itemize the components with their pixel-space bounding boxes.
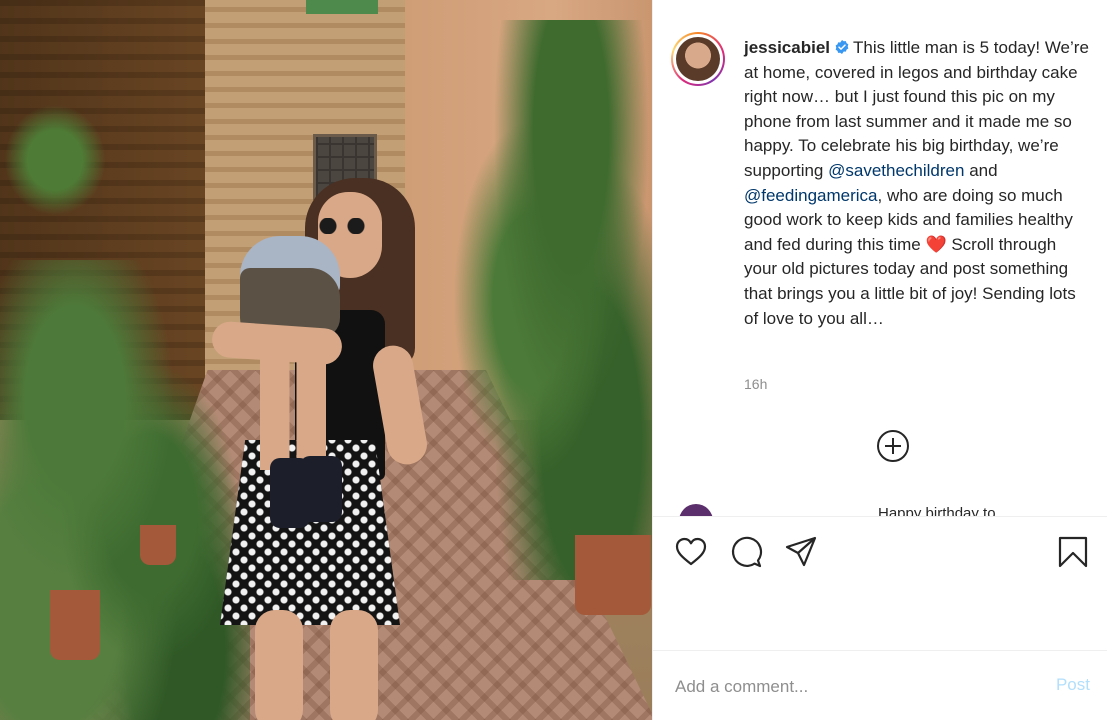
mention-feedingamerica[interactable]: @feedingamerica bbox=[744, 186, 878, 205]
sunglasses bbox=[315, 218, 371, 234]
plus-circle-icon[interactable] bbox=[876, 429, 910, 463]
terracotta-pot bbox=[575, 535, 651, 615]
woman-leg bbox=[255, 610, 303, 720]
action-bar bbox=[653, 516, 1107, 650]
red-heart-emoji: ❤️ bbox=[925, 234, 947, 254]
terracotta-pot bbox=[50, 590, 100, 660]
comment-input[interactable] bbox=[675, 673, 1015, 701]
hanging-plant bbox=[0, 100, 110, 220]
mention-savethechildren[interactable]: @savethechildren bbox=[828, 161, 964, 180]
post-photo[interactable] bbox=[0, 0, 652, 720]
post-timestamp[interactable]: 16h bbox=[744, 376, 767, 392]
avatar bbox=[676, 37, 720, 81]
post-button[interactable]: Post bbox=[1056, 675, 1090, 695]
woman-leg bbox=[330, 610, 378, 720]
speech-bubble-icon[interactable] bbox=[729, 535, 763, 569]
potted-plants-right bbox=[450, 20, 652, 580]
caption-text: This little man is 5 today! We’re at hom… bbox=[744, 38, 1089, 180]
terracotta-pot bbox=[140, 525, 176, 565]
heart-outline-icon[interactable] bbox=[674, 535, 708, 569]
next-comment-text: Happy birthday to bbox=[878, 505, 996, 516]
caption-text: and bbox=[964, 160, 998, 180]
commenter-avatar[interactable] bbox=[679, 504, 713, 516]
child-shoe bbox=[300, 456, 342, 522]
post-side-panel: jessicabiel This little man is 5 today! W… bbox=[652, 0, 1107, 720]
potted-plants-left bbox=[0, 260, 250, 720]
avatar-story-ring[interactable] bbox=[671, 32, 725, 86]
post-caption: jessicabiel This little man is 5 today! W… bbox=[744, 36, 1094, 331]
verified-badge-icon bbox=[835, 40, 849, 54]
bookmark-icon[interactable] bbox=[1056, 535, 1090, 569]
comment-bar: Post bbox=[653, 650, 1107, 720]
comments-area[interactable]: jessicabiel This little man is 5 today! W… bbox=[653, 0, 1107, 516]
paper-plane-icon[interactable] bbox=[784, 535, 818, 569]
username-link[interactable]: jessicabiel bbox=[744, 38, 830, 57]
green-shutter bbox=[306, 0, 378, 14]
